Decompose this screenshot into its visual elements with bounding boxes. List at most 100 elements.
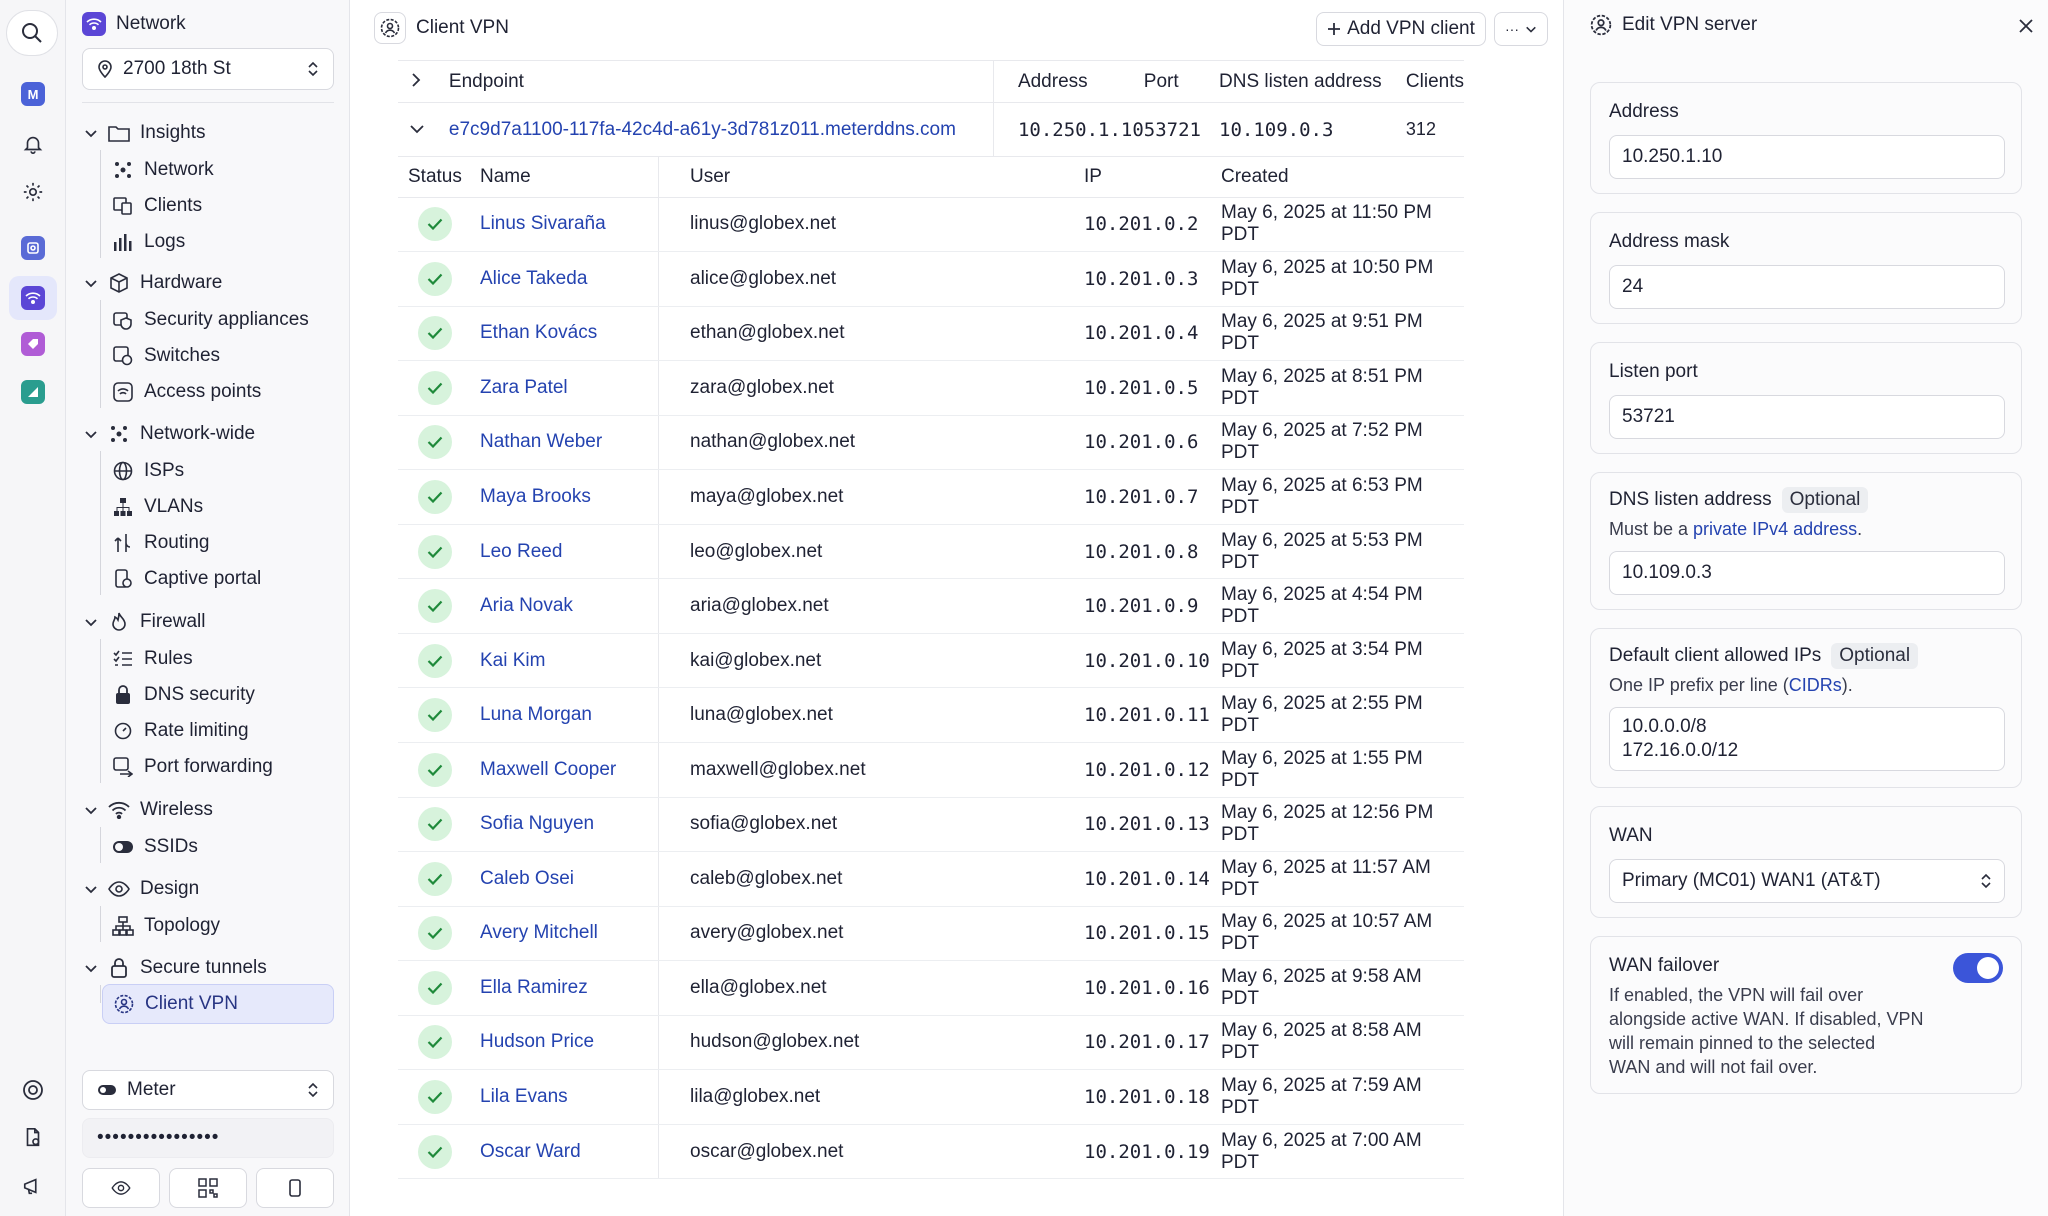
- client-name[interactable]: Kai Kim: [480, 633, 672, 689]
- created-column-header[interactable]: Created: [1221, 157, 1464, 198]
- nav-item-network[interactable]: Network: [112, 155, 214, 185]
- nav-item-isps[interactable]: ISPs: [112, 456, 184, 486]
- name-column-header[interactable]: Name: [480, 157, 672, 198]
- app-switch-camera[interactable]: [9, 226, 57, 270]
- client-name[interactable]: Linus Sivaraña: [480, 197, 672, 253]
- client-name[interactable]: Lila Evans: [480, 1069, 672, 1125]
- collapse-cell[interactable]: [398, 102, 449, 157]
- client-name[interactable]: Maya Brooks: [480, 469, 672, 525]
- table-row[interactable]: Maya Brooks maya@globex.net 10.201.0.7 M…: [398, 469, 1464, 525]
- nav-item-vlans[interactable]: VLANs: [112, 492, 203, 522]
- nav-item-topology[interactable]: Topology: [112, 911, 220, 941]
- table-row[interactable]: Luna Morgan luna@globex.net 10.201.0.11 …: [398, 687, 1464, 743]
- table-row[interactable]: Ethan Kovács ethan@globex.net 10.201.0.4…: [398, 306, 1464, 362]
- nav-section-insights[interactable]: Insights: [84, 118, 205, 148]
- nav-section-secure-tunnels[interactable]: Secure tunnels: [84, 953, 267, 983]
- nav-section-firewall[interactable]: Firewall: [84, 607, 205, 637]
- table-row[interactable]: Nathan Weber nathan@globex.net 10.201.0.…: [398, 415, 1464, 471]
- nav-item-rate-limiting[interactable]: Rate limiting: [112, 716, 249, 746]
- allowed-ips-textarea[interactable]: 10.0.0.0/8 172.16.0.0/12: [1609, 707, 2005, 771]
- port-column-header[interactable]: Port: [1143, 60, 1219, 103]
- nav-section-wireless[interactable]: Wireless: [84, 795, 213, 825]
- show-password-button[interactable]: [82, 1168, 160, 1208]
- client-name[interactable]: Avery Mitchell: [480, 906, 672, 962]
- global-search-button[interactable]: [6, 10, 58, 56]
- table-row[interactable]: Oscar Ward oscar@globex.net 10.201.0.19 …: [398, 1124, 1464, 1180]
- client-name[interactable]: Aria Novak: [480, 578, 672, 634]
- user-column-header[interactable]: User: [672, 157, 1084, 198]
- client-name[interactable]: Maxwell Cooper: [480, 742, 672, 798]
- client-name[interactable]: Nathan Weber: [480, 415, 672, 471]
- address-mask-input[interactable]: 24: [1609, 265, 2005, 309]
- nav-section-network-wide[interactable]: Network-wide: [84, 419, 255, 449]
- nav-section-hardware[interactable]: Hardware: [84, 268, 222, 298]
- nav-item-routing[interactable]: Routing: [112, 528, 210, 558]
- documents-button[interactable]: [9, 1116, 57, 1160]
- table-row[interactable]: Avery Mitchell avery@globex.net 10.201.0…: [398, 906, 1464, 962]
- client-name[interactable]: Ethan Kovács: [480, 306, 672, 362]
- table-row[interactable]: Alice Takeda alice@globex.net 10.201.0.3…: [398, 251, 1464, 307]
- table-row[interactable]: Zara Patel zara@globex.net 10.201.0.5 Ma…: [398, 360, 1464, 416]
- table-row[interactable]: Leo Reed leo@globex.net 10.201.0.8 May 6…: [398, 524, 1464, 580]
- listen-port-input[interactable]: 53721: [1609, 395, 2005, 439]
- private-ipv4-link[interactable]: private IPv4 address: [1693, 519, 1857, 539]
- client-name[interactable]: Alice Takeda: [480, 251, 672, 307]
- app-switch-tag[interactable]: [9, 322, 57, 366]
- app-switch-m[interactable]: M: [9, 72, 57, 116]
- announcements-button[interactable]: [9, 1164, 57, 1208]
- nav-item-client-vpn[interactable]: Client VPN: [102, 984, 334, 1024]
- table-row[interactable]: Maxwell Cooper maxwell@globex.net 10.201…: [398, 742, 1464, 798]
- status-column-header[interactable]: Status: [398, 157, 480, 198]
- client-name[interactable]: Hudson Price: [480, 1015, 672, 1071]
- nav-item-switches[interactable]: Switches: [112, 341, 220, 371]
- client-name[interactable]: Sofia Nguyen: [480, 797, 672, 853]
- client-name[interactable]: Leo Reed: [480, 524, 672, 580]
- client-name[interactable]: Ella Ramirez: [480, 960, 672, 1016]
- cidrs-link[interactable]: CIDRs: [1789, 675, 1842, 695]
- close-button[interactable]: [2018, 18, 2034, 34]
- location-select[interactable]: 2700 18th St: [82, 48, 334, 90]
- add-vpn-client-button[interactable]: Add VPN client: [1316, 12, 1486, 46]
- nav-item-logs[interactable]: Logs: [112, 227, 185, 257]
- qr-code-button[interactable]: [169, 1168, 247, 1208]
- password-field[interactable]: ••••••••••••••••: [82, 1118, 334, 1158]
- wan-select[interactable]: Primary (MC01) WAN1 (AT&T): [1609, 859, 2005, 903]
- address-column-header[interactable]: Address: [992, 60, 1144, 103]
- app-switch-network[interactable]: [9, 276, 57, 320]
- app-switch-logo[interactable]: [9, 370, 57, 414]
- notifications-button[interactable]: [9, 122, 57, 166]
- nav-item-captive-portal[interactable]: Captive portal: [112, 564, 261, 594]
- nav-item-port-forwarding[interactable]: Port forwarding: [112, 752, 273, 782]
- table-row[interactable]: Hudson Price hudson@globex.net 10.201.0.…: [398, 1015, 1464, 1071]
- table-row[interactable]: Linus Sivaraña linus@globex.net 10.201.0…: [398, 197, 1464, 253]
- table-row[interactable]: Lila Evans lila@globex.net 10.201.0.18 M…: [398, 1069, 1464, 1125]
- table-row[interactable]: Caleb Osei caleb@globex.net 10.201.0.14 …: [398, 851, 1464, 907]
- table-row[interactable]: Kai Kim kai@globex.net 10.201.0.10 May 6…: [398, 633, 1464, 689]
- nav-item-clients[interactable]: Clients: [112, 191, 202, 221]
- nav-section-design[interactable]: Design: [84, 874, 199, 904]
- nav-item-dns-security[interactable]: DNS security: [112, 680, 255, 710]
- wan-failover-toggle[interactable]: [1953, 953, 2003, 983]
- dns-listen-input[interactable]: 10.109.0.3: [1609, 551, 2005, 595]
- table-row[interactable]: Aria Novak aria@globex.net 10.201.0.9 Ma…: [398, 578, 1464, 634]
- org-select[interactable]: Meter: [82, 1070, 334, 1110]
- client-name[interactable]: Caleb Osei: [480, 851, 672, 907]
- table-row[interactable]: Ella Ramirez ella@globex.net 10.201.0.16…: [398, 960, 1464, 1016]
- expand-all-cell[interactable]: [398, 60, 449, 103]
- ip-column-header[interactable]: IP: [1084, 157, 1221, 198]
- clients-column-header[interactable]: Clients: [1405, 60, 1464, 103]
- settings-button[interactable]: [9, 170, 57, 214]
- client-name[interactable]: Luna Morgan: [480, 687, 672, 743]
- endpoint-row[interactable]: e7c9d7a1100-117fa-42c4d-a61y-3d781z011.m…: [398, 102, 1464, 157]
- nav-item-ssids[interactable]: SSIDs: [112, 832, 198, 862]
- table-row[interactable]: Sofia Nguyen sofia@globex.net 10.201.0.1…: [398, 797, 1464, 853]
- nav-item-rules[interactable]: Rules: [112, 644, 193, 674]
- dns-column-header[interactable]: DNS listen address: [1219, 60, 1406, 103]
- mobile-view-button[interactable]: [256, 1168, 334, 1208]
- client-name[interactable]: Zara Patel: [480, 360, 672, 416]
- client-name[interactable]: Oscar Ward: [480, 1124, 672, 1180]
- nav-item-access-points[interactable]: Access points: [112, 377, 261, 407]
- more-actions-button[interactable]: ···: [1494, 12, 1548, 46]
- endpoint-host[interactable]: e7c9d7a1100-117fa-42c4d-a61y-3d781z011.m…: [448, 102, 994, 157]
- help-button[interactable]: [9, 1068, 57, 1112]
